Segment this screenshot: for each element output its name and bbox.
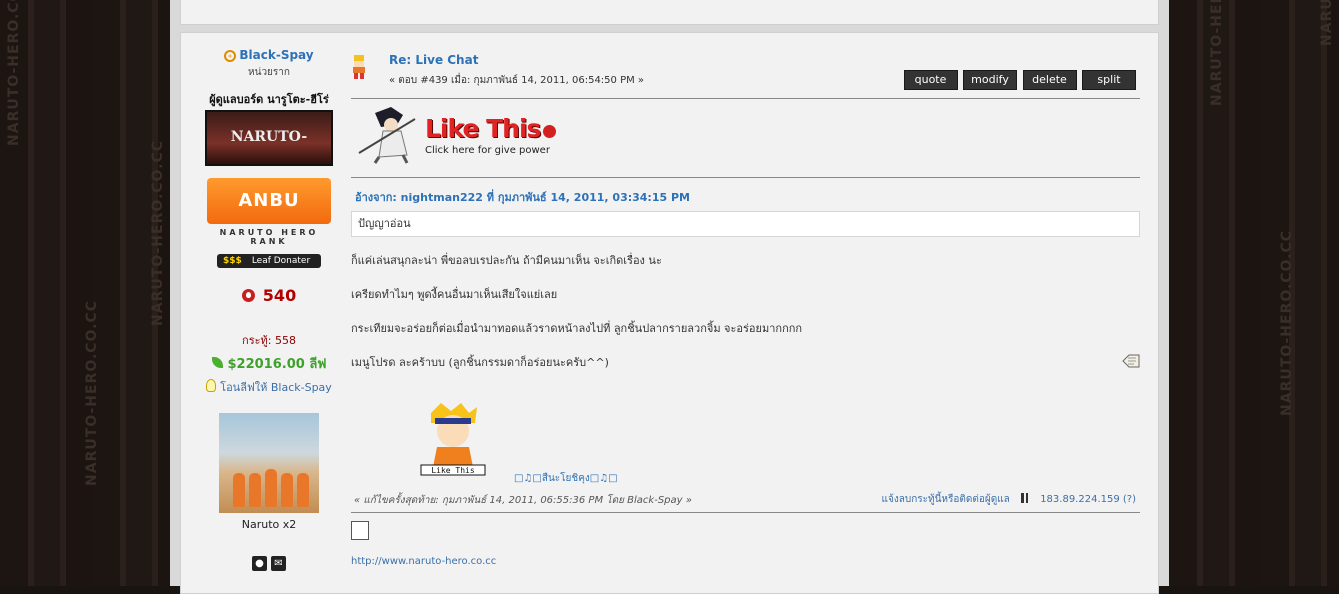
side-watermark: NARUTO-HERO.CO.CC: [1279, 230, 1295, 416]
like-this-banner[interactable]: Like This Click here for give power: [351, 99, 1140, 178]
like-this-subtitle: Click here for give power: [425, 145, 550, 156]
transfer-leaf-link[interactable]: โอนลีฟให้ Black-Spay: [220, 381, 332, 394]
online-ring-icon: [224, 50, 237, 62]
report-row: แจ้งลบกระทู้นี้หรือติดต่อผู้ดูแล 183.89.…: [882, 492, 1136, 507]
post-title-link[interactable]: Re: Live Chat: [389, 53, 478, 67]
side-watermark: NARUTO-HERO.CO.CC: [1319, 0, 1335, 46]
quote-header[interactable]: อ้างจาก: nightman222 ที่ กุมภาพันธ์ 14, …: [355, 188, 1140, 206]
svg-text:Like This: Like This: [431, 466, 475, 475]
delete-button[interactable]: delete: [1022, 70, 1077, 90]
poster-actions: ● ✉: [199, 556, 339, 571]
fire-icon: [241, 289, 255, 302]
post-count: กระทู้: 558: [242, 334, 296, 347]
quote-body: ปัญญาอ่อน: [351, 211, 1140, 237]
post-line: เครียดทำไมๆ พูดงี้คนอื่นมาเห็นเสียใจแย่เ…: [351, 288, 558, 301]
post-footer: « แก้ไขครั้งสุดท้าย: กุมภาพันธ์ 14, 2011…: [351, 490, 1140, 513]
poster-name-link[interactable]: Black-Spay: [239, 48, 313, 62]
side-watermark: NARUTO-HERO.CO.CC: [84, 300, 100, 486]
post-header: Re: Live Chat « ตอบ #439 เมื่อ: กุมภาพัน…: [351, 48, 1140, 99]
post-text: ก็แค่เล่นสนุกละน่า พี่ขอลบเรปละกัน ถ้ามี…: [351, 251, 1140, 371]
avatar: [219, 413, 319, 513]
naruto-caption[interactable]: □♫□สืนะโยชิคุง□♫□: [514, 471, 618, 486]
bulb-icon: [206, 379, 217, 392]
post-line: ก็แค่เล่นสนุกละน่า พี่ขอลบเรปละกัน ถ้ามี…: [351, 254, 662, 267]
poster-info: Black-Spay หน่วยราก ผู้ดูแลบอร์ด นารูโตะ…: [199, 48, 339, 571]
side-watermark: NARUTO-HERO.CO.CC: [6, 0, 22, 146]
post-character-icon: [353, 55, 365, 79]
power-count: 540: [199, 286, 339, 305]
post-line: เมนูโปรด ละคร้าบบ (ลูกชิ้นกรรมดาก็อร่อยน…: [351, 356, 609, 369]
leaf-icon: [211, 357, 223, 368]
split-button[interactable]: split: [1082, 70, 1136, 90]
fire-icon: [543, 125, 556, 138]
signature-link[interactable]: http://www.naruto-hero.co.cc: [351, 556, 496, 567]
last-edit: « แก้ไขครั้งสุดท้าย: กุมภาพันธ์ 14, 2011…: [354, 495, 692, 506]
post-meta: « ตอบ #439 เมื่อ: กุมภาพันธ์ 14, 2011, 0…: [389, 75, 645, 86]
transfer-leaf-row: โอนลีฟให้ Black-Spay: [199, 378, 339, 396]
side-watermark: NARUTO-HERO.CO.CC: [150, 140, 166, 326]
poster-staff-title: ผู้ดูแลบอร์ด นารูโตะ-ฮีโร่: [209, 93, 329, 106]
previous-post-end: [180, 0, 1159, 25]
like-this-title: Like This: [425, 114, 541, 143]
ip-icon: [1021, 493, 1033, 503]
signature-image: [351, 521, 369, 540]
quote-button[interactable]: quote: [903, 70, 958, 90]
avatar-caption: Naruto x2: [241, 518, 297, 531]
modify-button[interactable]: modify: [963, 70, 1017, 90]
anbu-rank-banner: ANBU: [207, 178, 331, 224]
report-link[interactable]: แจ้งลบกระทู้นี้หรือติดต่อผู้ดูแล: [882, 494, 1010, 505]
profile-icon[interactable]: ●: [252, 556, 267, 571]
rank-line: NARUTO HERO RANK: [219, 228, 319, 246]
post-line: กระเทียมจะอร่อยก็ต่อเมื่อนำมาทอดแล้วราดห…: [351, 322, 803, 335]
right-background: NARUTO-HERO.CO.CC NARUTO-HERO.CO.CC NARU…: [1169, 0, 1339, 586]
post-body-area: Re: Live Chat « ตอบ #439 เมื่อ: กุมภาพัน…: [351, 48, 1140, 567]
naruto-like-image[interactable]: Like This: [407, 403, 497, 480]
poster-position: หน่วยราก: [248, 67, 290, 78]
forum-content: Black-Spay หน่วยราก ผู้ดูแลบอร์ด นารูโตะ…: [170, 0, 1169, 594]
left-background: NARUTO-HERO.CO.CC NARUTO-HERO.CO.CC NARU…: [0, 0, 170, 586]
post-container: Black-Spay หน่วยราก ผู้ดูแลบอร์ด นารูโตะ…: [180, 32, 1159, 594]
email-icon[interactable]: ✉: [271, 556, 286, 571]
sasuke-character-image: [358, 107, 416, 164]
post-buttons: quote modify delete split: [902, 70, 1136, 90]
side-watermark: NARUTO-HERO.CO.CC: [1209, 0, 1225, 106]
ip-address-link[interactable]: 183.89.224.159 (?): [1040, 494, 1136, 505]
donor-badge: $$$ Leaf Donater: [217, 254, 321, 268]
naruto-hero-banner: NARUTO-HERO: [205, 110, 333, 195]
money-amount: $22016.00 ลีฟ: [199, 353, 339, 374]
report-to-moderator-icon[interactable]: [1122, 354, 1140, 368]
